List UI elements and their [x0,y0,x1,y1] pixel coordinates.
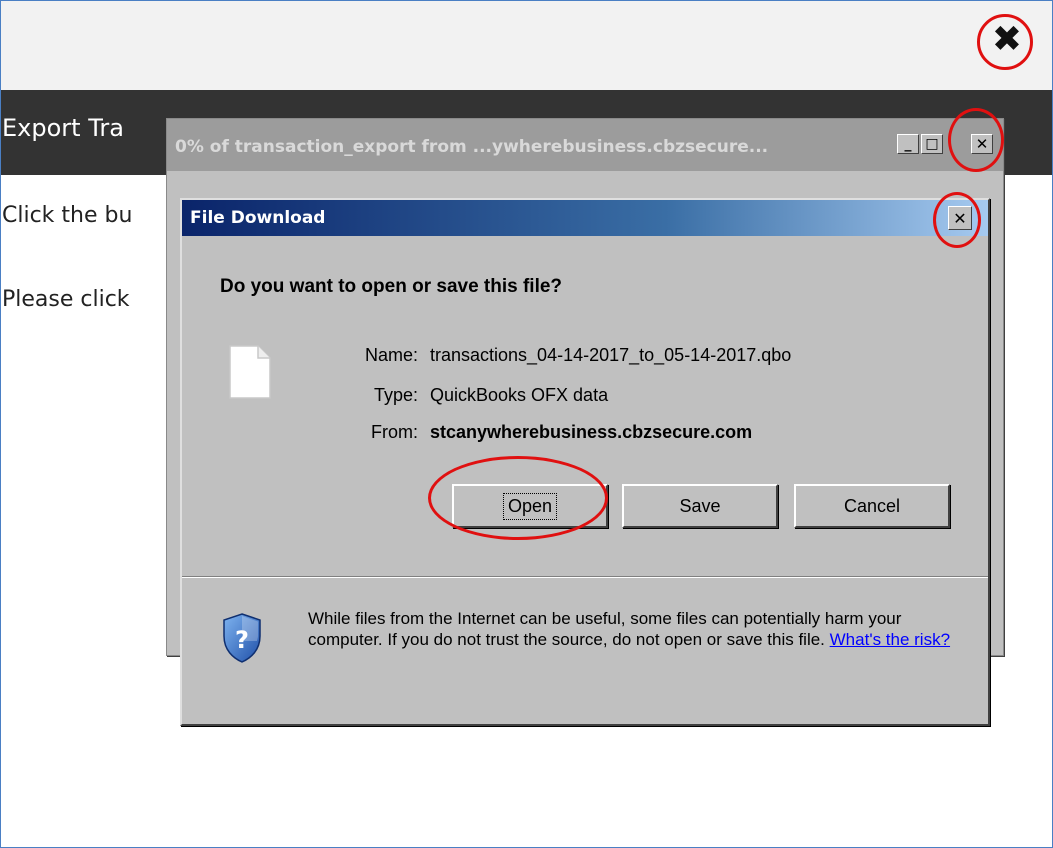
svg-text:?: ? [235,626,249,654]
cancel-button[interactable]: Cancel [794,484,950,528]
security-warning: While files from the Internet can be use… [308,608,968,650]
shield-question-icon: ? [223,613,261,663]
page-title: Export Tra [2,114,124,142]
progress-window-title: 0% of transaction_export from ...ywhereb… [175,137,769,157]
progress-titlebar: 0% of transaction_export from ...ywhereb… [167,119,1003,171]
file-source-value: stcanywherebusiness.cbzsecure.com [430,422,753,442]
file-name-value: transactions_04-14-2017_to_05-14-2017.qb… [430,345,792,365]
dialog-close-button[interactable]: ✕ [948,206,972,230]
divider-highlight [182,577,988,578]
dialog-question: Do you want to open or save this file? [220,276,563,297]
dialog-titlebar: File Download ✕ [182,200,988,236]
open-button[interactable]: Open [452,484,608,528]
page-instruction-text: Click the bu [2,203,133,228]
file-icon [229,345,271,399]
save-button-label: Save [679,495,721,516]
maximize-button[interactable]: □ [921,134,943,154]
open-button-label: Open [502,492,558,520]
warning-text: While files from the Internet can be use… [308,609,902,649]
page-instruction-text-2: Please click [2,287,130,312]
cancel-button-label: Cancel [843,495,901,516]
progress-close-button[interactable]: ✕ [971,134,993,154]
risk-link[interactable]: What's the risk? [830,630,950,649]
close-icon[interactable]: ✖ [986,18,1028,60]
file-type-value: QuickBooks OFX data [430,385,609,405]
save-button[interactable]: Save [622,484,778,528]
page-topbar [1,1,1052,90]
minimize-button[interactable]: _ [897,134,919,154]
file-download-dialog: File Download ✕ Do you want to open or s… [180,198,990,726]
dialog-title: File Download [190,208,326,228]
from-label: From: [371,422,418,442]
name-label: Name: [364,345,418,365]
type-label: Type: [373,385,418,405]
